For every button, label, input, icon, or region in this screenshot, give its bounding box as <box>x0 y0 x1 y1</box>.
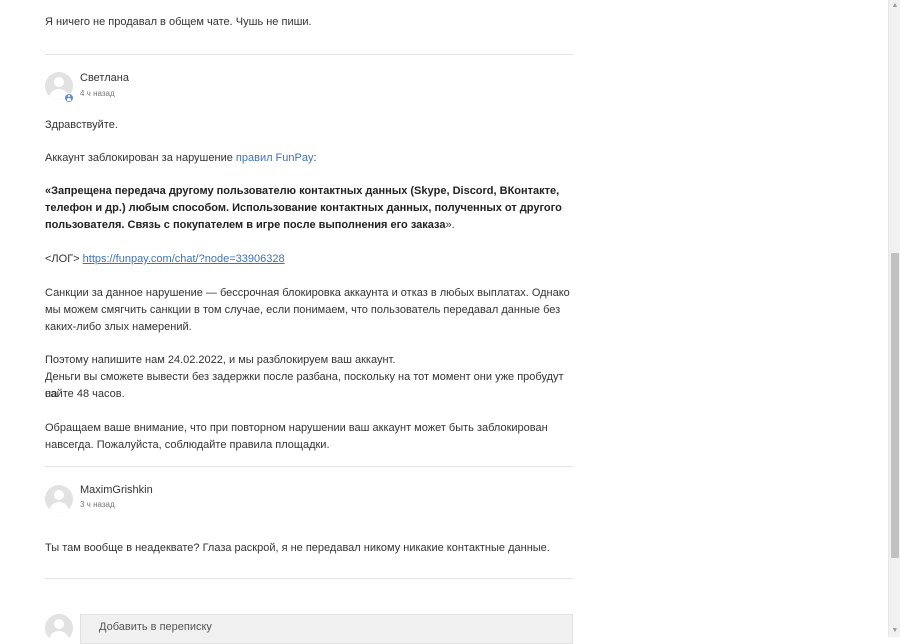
message-divider <box>45 578 573 579</box>
support-agent-badge-icon <box>64 93 74 103</box>
scrollbar-thumb[interactable] <box>891 253 899 558</box>
quote-line-1: «Запрещена передача другому пользователю… <box>45 183 559 200</box>
message-time: 3 ч назад <box>80 500 115 509</box>
quote-bold-2: телефон и др.) любым способом. Использов… <box>45 202 562 214</box>
sanctions-line-2: мы можем смягчить санкции в том случае, … <box>45 304 561 316</box>
message-greeting: Здравствуйте. <box>45 119 118 131</box>
blocked-suffix: : <box>313 152 317 164</box>
log-link[interactable]: https://funpay.com/chat/?node=33906328 <box>83 253 285 265</box>
arrow-up-icon[interactable]: ▲ <box>890 0 900 12</box>
message-author[interactable]: MaximGrishkin <box>80 484 153 497</box>
message-author[interactable]: Светлана <box>80 72 129 85</box>
log-label: <ЛОГ> <box>45 253 83 265</box>
message-divider <box>45 54 573 55</box>
blocked-prefix: Аккаунт заблокирован за нарушение <box>45 152 236 164</box>
quote-bold-3: пользователя. Связь с покупателем в игре… <box>45 219 446 231</box>
message-time: 4 ч назад <box>80 89 115 98</box>
user-avatar-placeholder-icon <box>45 614 73 642</box>
quote-line-3: пользователя. Связь с покупателем в игре… <box>45 217 455 234</box>
reply-placeholder: Добавить в переписку <box>99 621 212 633</box>
reply-input[interactable]: Добавить в переписку <box>80 614 573 644</box>
message-text: Ты там вообще в неадеквате? Глаза раскро… <box>45 542 550 554</box>
log-line: <ЛОГ> https://funpay.com/chat/?node=3390… <box>45 251 285 268</box>
message-text: Я ничего не продавал в общем чате. Чушь … <box>45 16 312 28</box>
message-divider <box>45 466 573 467</box>
warning-line-1: Обращаем ваше внимание, что при повторно… <box>45 422 548 434</box>
write-line-3: сайте 48 часов. <box>45 388 125 400</box>
message-blocked-line: Аккаунт заблокирован за нарушение правил… <box>45 150 317 167</box>
sanctions-line-3: каких-либо злых намерений. <box>45 321 192 333</box>
sanctions-line-1: Санкции за данное нарушение — бессрочная… <box>45 287 570 299</box>
vertical-scrollbar[interactable]: ▲ ▼ <box>888 0 900 637</box>
write-line-1: Поэтому напишите нам 24.02.2022, и мы ра… <box>45 354 396 366</box>
arrow-down-icon[interactable]: ▼ <box>890 625 900 637</box>
quote-close: ». <box>445 219 455 231</box>
user-avatar-placeholder-icon[interactable] <box>45 485 73 513</box>
quote-bold-1: Запрещена передача другому пользователю … <box>51 185 560 197</box>
rules-link[interactable]: правил FunPay <box>236 152 314 164</box>
warning-line-2: навсегда. Пожалуйста, соблюдайте правила… <box>45 439 330 451</box>
